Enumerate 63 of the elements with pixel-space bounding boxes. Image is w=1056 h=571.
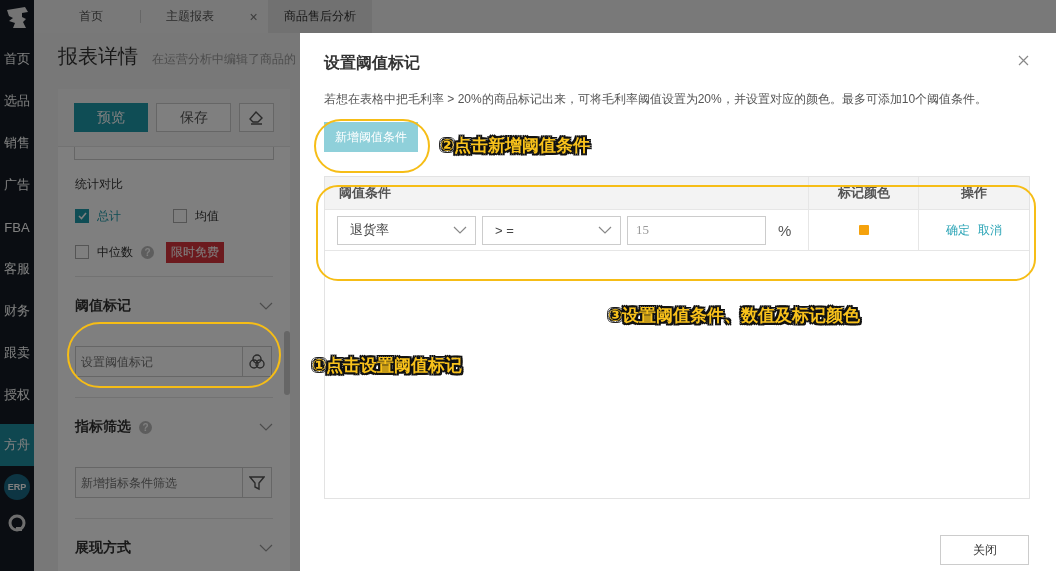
nav-item[interactable]: 财务 [0, 290, 34, 332]
chevron-down-icon[interactable] [598, 226, 612, 234]
nav-item[interactable]: 客服 [0, 248, 34, 290]
dialog-description: 若想在表格中把毛利率 > 20%的商品标记出来，可将毛利率阈值设置为20%，并设置对应的颜色。最多可添加10个阈值条件。 [324, 91, 989, 108]
close-tab-button[interactable]: × [239, 0, 268, 33]
nav-item[interactable]: 授权 [0, 374, 34, 416]
checkbox-label[interactable]: 总计 [97, 207, 121, 225]
tab[interactable]: 首页 [42, 0, 140, 33]
checkbox[interactable] [75, 209, 89, 223]
promo-badge: 限时免费 [166, 241, 224, 263]
chevron-down-icon[interactable] [259, 302, 273, 310]
column-header: 阈值条件 [339, 184, 391, 202]
section-title: 展现方式 [75, 539, 131, 557]
select-field[interactable]: > = [482, 215, 621, 245]
checkbox-label[interactable]: 均值 [195, 207, 219, 225]
callout-text: ②点击新增阈值条件 [440, 135, 591, 157]
input-field[interactable]: 设置阈值标记 [75, 346, 242, 377]
preview-button[interactable]: 预览 [74, 103, 149, 132]
chevron-down-icon[interactable] [259, 544, 273, 552]
close-button[interactable]: 关闭 [940, 535, 1029, 565]
field-icon-button[interactable] [242, 346, 272, 377]
select-field[interactable]: 退货率 [337, 215, 476, 245]
logo-icon[interactable] [4, 6, 30, 30]
checkbox[interactable] [75, 245, 89, 259]
section-title: 阈值标记 [75, 297, 131, 315]
dialog-title: 设置阈值标记 [324, 53, 420, 73]
input-field[interactable] [74, 147, 274, 160]
section-label: 统计对比 [75, 176, 124, 193]
page-title: 报表详情 [58, 44, 138, 69]
tab[interactable]: 商品售后分析 [268, 0, 372, 33]
column-header: 操作 [961, 184, 987, 202]
nav-item[interactable]: 选品 [0, 80, 34, 122]
field-icon-button[interactable] [242, 467, 272, 498]
checkbox[interactable] [173, 209, 187, 223]
callout-text: ①点击设置阈值标记 [312, 355, 463, 377]
color-swatch[interactable] [858, 225, 869, 235]
headset-icon[interactable] [8, 514, 26, 532]
filter-icon[interactable] [249, 474, 265, 491]
eraser-button[interactable] [238, 103, 274, 132]
nav-item[interactable]: 方舟 [0, 424, 34, 466]
nav-item[interactable]: 首页 [0, 38, 34, 80]
chevron-down-icon[interactable] [259, 423, 273, 431]
action-link[interactable]: 确定 [946, 221, 970, 239]
value-field[interactable]: 15 [627, 215, 766, 245]
nav-item[interactable]: FBA [0, 206, 34, 248]
nav-item[interactable]: 跟卖 [0, 332, 34, 374]
callout-text: ③设置阈值条件、数值及标记颜色 [608, 305, 861, 327]
scrollbar[interactable] [284, 331, 290, 395]
input-field[interactable]: 新增指标条件筛选 [75, 467, 242, 498]
column-header: 标记颜色 [837, 184, 890, 202]
eraser-icon[interactable] [248, 110, 265, 125]
nav-item[interactable]: 广告 [0, 164, 34, 206]
checkbox-label[interactable]: 中位数 [97, 243, 133, 261]
section-title: 指标筛选 [75, 418, 131, 436]
unit-label: % [778, 221, 792, 239]
close-icon[interactable] [1018, 55, 1029, 66]
chevron-down-icon[interactable] [453, 226, 467, 234]
tab[interactable]: 主题报表 [141, 0, 239, 33]
action-link[interactable]: 取消 [978, 221, 1002, 239]
erp-badge[interactable]: ERP [4, 474, 30, 500]
nav-item[interactable]: 销售 [0, 122, 34, 164]
color-circles-icon[interactable] [249, 354, 265, 369]
save-button[interactable]: 保存 [156, 103, 231, 132]
